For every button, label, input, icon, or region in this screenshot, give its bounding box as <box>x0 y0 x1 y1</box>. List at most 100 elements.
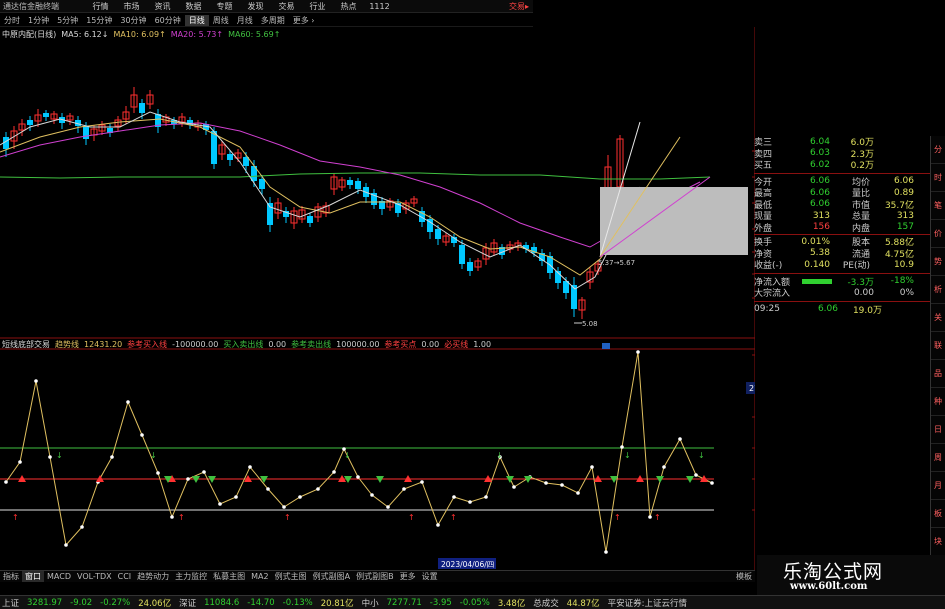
rail-tab[interactable]: 关 <box>931 304 945 332</box>
rail-tab[interactable]: 联 <box>931 332 945 360</box>
period-tab[interactable]: 日线 <box>184 14 209 26</box>
menu-item[interactable]: 行业 <box>302 1 333 12</box>
candle <box>379 197 385 215</box>
candle <box>155 109 161 133</box>
indicator-tab[interactable]: 主力监控 <box>172 571 210 582</box>
candle <box>290 207 298 229</box>
index-name[interactable]: 深证 <box>179 597 196 609</box>
trend-point <box>356 475 360 479</box>
rail-tab[interactable]: 析 <box>931 276 945 304</box>
trend-point <box>126 400 130 404</box>
trend-point <box>662 465 666 469</box>
period-tab[interactable]: 15分钟 <box>82 15 116 26</box>
index-amount: 20.81亿 <box>320 598 354 609</box>
sell-marker: ↓ <box>56 451 63 460</box>
period-tab[interactable]: 多周期 <box>257 15 289 26</box>
rail-tab[interactable]: 周 <box>931 444 945 472</box>
indicator-tab[interactable]: 例式副图A <box>310 571 353 582</box>
index-name[interactable]: 上证 <box>2 597 19 609</box>
trend-point <box>484 495 488 499</box>
indicator-item-value: 1.00 <box>473 340 492 349</box>
index-pct: -0.13% <box>282 597 313 608</box>
rail-tab[interactable]: 分 <box>931 136 945 164</box>
sell-marker: ↓ <box>344 451 351 460</box>
menu-item[interactable]: 数据 <box>178 1 209 12</box>
trend-point <box>636 350 640 354</box>
rail-tab[interactable]: 时 <box>931 164 945 192</box>
menu-item[interactable]: 资讯 <box>147 1 178 12</box>
rail-tab[interactable]: 日 <box>931 416 945 444</box>
indicator-tab[interactable]: MA2 <box>248 572 271 581</box>
order-price: 6.04 <box>809 136 830 147</box>
menu-item[interactable]: 交易 <box>271 1 302 12</box>
menu-item[interactable]: 市场 <box>116 1 147 12</box>
trend-point <box>386 505 390 509</box>
template-button[interactable]: 模板 <box>733 571 755 582</box>
menu-item[interactable]: 热点 <box>333 1 364 12</box>
indicator-line-name: 趋势线 <box>55 340 79 349</box>
indicator-tab[interactable]: 指标 <box>0 571 22 582</box>
period-tab[interactable]: 月线 <box>233 15 257 26</box>
rail-tab[interactable]: 品 <box>931 360 945 388</box>
period-tab[interactable]: 30分钟 <box>116 15 150 26</box>
period-tab[interactable]: 更多 › <box>289 15 319 26</box>
quote-value: 0.89 <box>893 187 914 198</box>
indicator-tab[interactable]: 窗口 <box>22 571 44 582</box>
trend-point <box>468 500 472 504</box>
indicator-tab[interactable]: CCI <box>115 572 135 581</box>
trend-point <box>18 460 22 464</box>
indicator-tab[interactable]: 私募主图 <box>210 571 248 582</box>
menu-item[interactable]: 行情 <box>85 1 116 12</box>
trade-menu-button[interactable]: 交易▸ <box>509 1 533 12</box>
indicator-legend: 短线底部交易 趋势线 12431.20 参考买入线 -100000.00 买入卖出线 0.0… <box>0 339 700 350</box>
quote-label: 收益(-) <box>754 261 783 272</box>
indicator-tabs: 指标 窗口 MACD VOL-TDX CCI 趋势动力 主力监控 私募主图 MA2 例式主图 例式副… <box>0 570 755 582</box>
rail-tab[interactable]: 势 <box>931 248 945 276</box>
indicator-tab[interactable]: 趋势动力 <box>134 571 172 582</box>
period-tab[interactable]: 1分钟 <box>24 15 53 26</box>
menu-item[interactable]: 1112 <box>364 2 395 11</box>
rail-tab[interactable]: 种 <box>931 388 945 416</box>
period-tab[interactable]: 5分钟 <box>53 15 82 26</box>
buy-marker: ↑ <box>450 513 457 522</box>
rail-tab[interactable]: 笔 <box>931 192 945 220</box>
big-inflow-label: 大宗流入 <box>754 289 791 300</box>
indicator-tab[interactable]: 例式副图B <box>353 571 397 582</box>
candle <box>586 267 594 289</box>
indicator-tab[interactable]: VOL-TDX <box>74 572 115 581</box>
indicator-tab[interactable]: MACD <box>44 572 74 581</box>
period-tab[interactable]: 60分钟 <box>151 15 185 26</box>
ma60-line <box>0 172 711 180</box>
index-name[interactable]: 中小 <box>362 597 379 609</box>
trend-point <box>80 525 84 529</box>
quote-row: 收益(-) 0.140 PE(动) 10.9 <box>754 259 930 272</box>
trading-window: 通达信金融终端 行情 市场 资讯 数据 专题 发现 交易 行业 热点 1112 … <box>0 0 945 609</box>
brand-url: www.60lt.com <box>790 581 868 592</box>
candle <box>59 113 65 129</box>
news-ticker[interactable]: 平安证券:上证云行情 <box>608 597 687 609</box>
menu-item[interactable]: 发现 <box>240 1 271 12</box>
menu-bar: 通达信金融终端 行情 市场 资讯 数据 专题 发现 交易 行业 热点 1112 … <box>0 0 533 13</box>
low-label: 5.08 <box>582 320 598 328</box>
trend-point <box>186 477 190 481</box>
side-rail[interactable]: 分时笔价势析关联品种日周月板块 <box>930 136 945 566</box>
period-tab[interactable]: 周线 <box>209 15 233 26</box>
quote-value: 313 <box>896 210 914 221</box>
indicator-tab[interactable]: 更多 <box>397 571 419 582</box>
indicator-tab[interactable]: 设置 <box>419 571 441 582</box>
menu-item[interactable]: 专题 <box>209 1 240 12</box>
quote-value: 5.38 <box>809 248 830 259</box>
trend-point <box>420 480 424 484</box>
quote-value: 4.75亿 <box>884 249 914 260</box>
indicator-name[interactable]: 短线底部交易 <box>2 339 50 350</box>
rail-tab[interactable]: 板 <box>931 500 945 528</box>
indicator-tab[interactable]: 例式主图 <box>272 571 310 582</box>
period-tab[interactable]: 分时 <box>0 15 24 26</box>
rail-tab[interactable]: 块 <box>931 528 945 556</box>
indicator-item-value: 0.00 <box>268 340 287 349</box>
rail-tab[interactable]: 月 <box>931 472 945 500</box>
candle <box>338 177 346 191</box>
status-bar: 上证 3281.97 -9.02 -0.27% 24.06亿 深证 11084.6 -14.7… <box>0 595 945 609</box>
kline-chart[interactable]: 5.805.705.605.505.405.305.205.37→5.675.0… <box>0 27 755 570</box>
rail-tab[interactable]: 价 <box>931 220 945 248</box>
